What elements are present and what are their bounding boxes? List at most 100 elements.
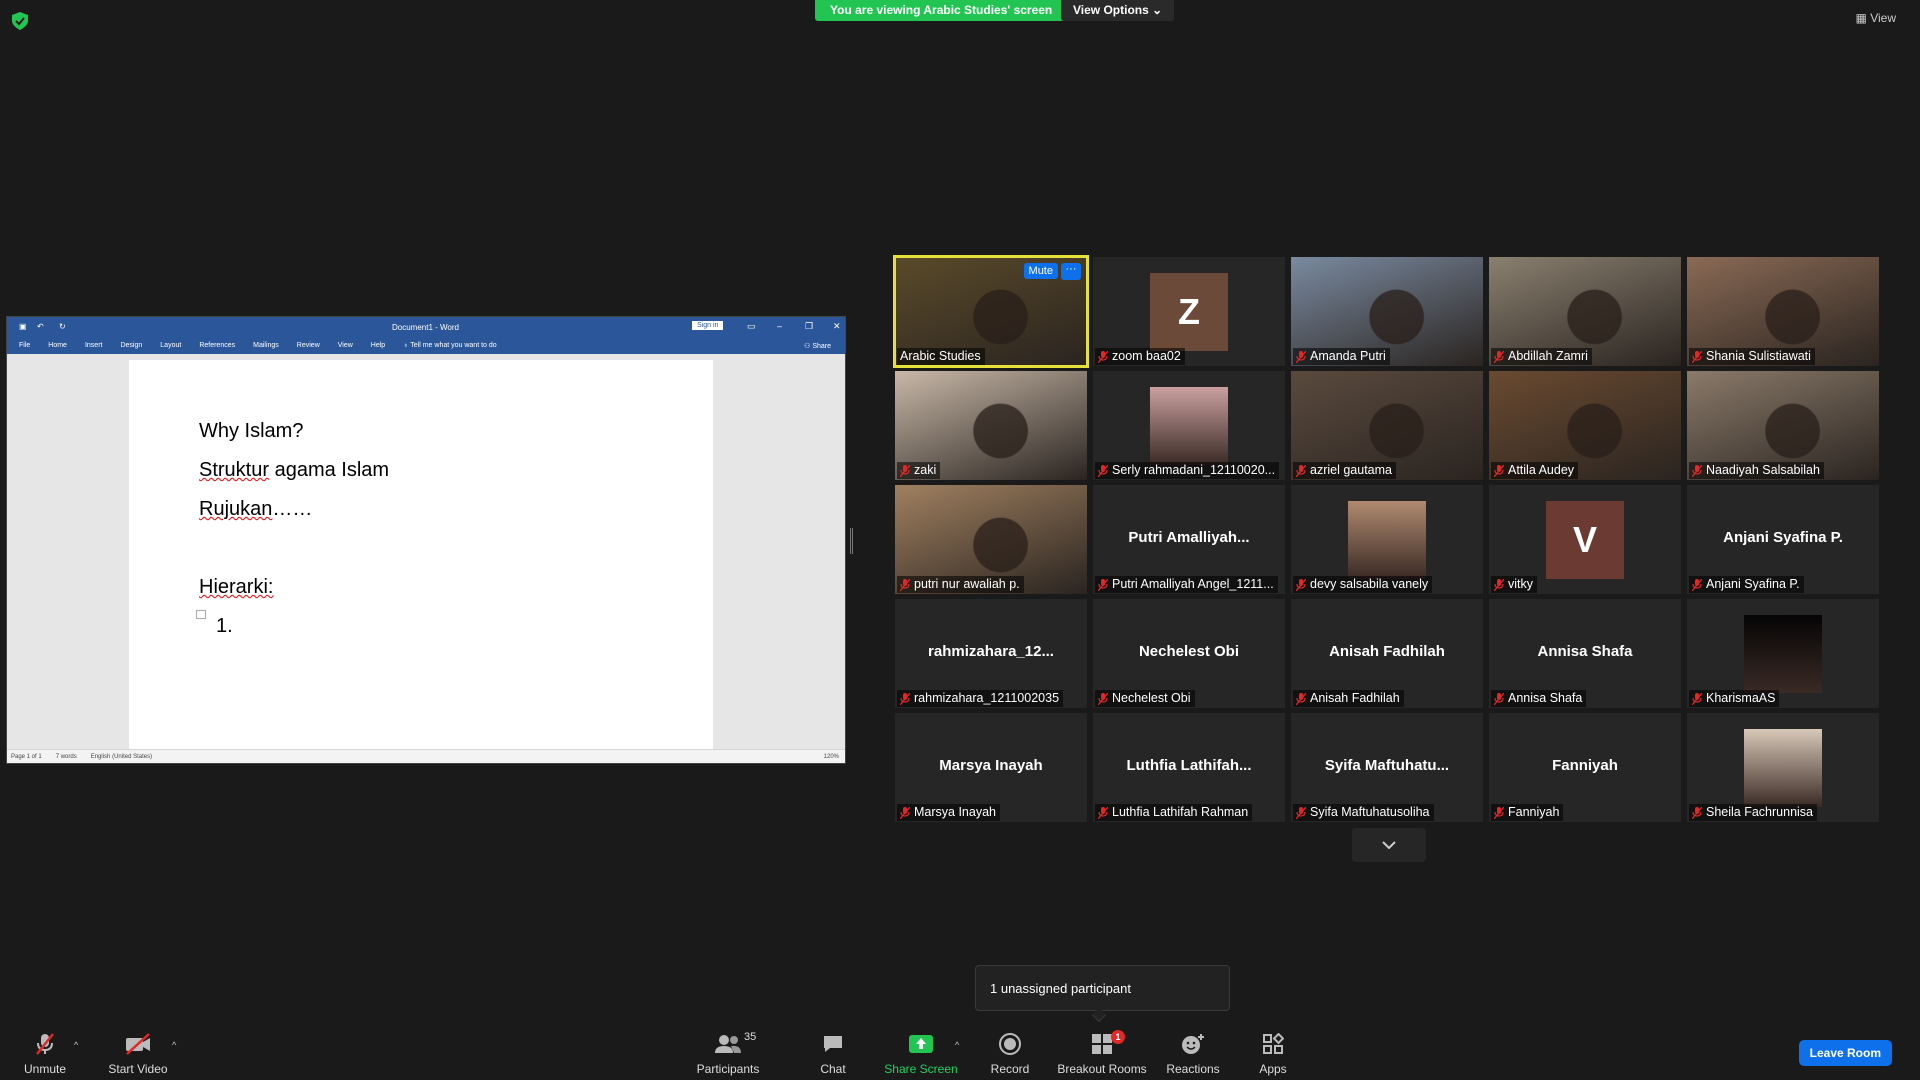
mic-muted-icon [1691,578,1703,591]
mic-muted-icon [1493,464,1505,477]
participant-name-label: Shania Sulistiawati [1689,348,1815,365]
participant-name: zaki [914,463,937,477]
participant-tile[interactable]: Syifa Maftuhatu... Syifa Maftuhatusoliha [1291,713,1483,822]
participant-tile[interactable]: Sheila Fachrunnisa [1687,713,1879,822]
participant-tile[interactable]: Arabic Studies Mute ··· [893,255,1089,368]
participant-name-label: Marsya Inayah [897,804,1000,821]
split-drag-handle[interactable] [850,528,853,554]
mic-muted-icon [1295,350,1307,363]
participant-tile[interactable]: zaki [895,371,1087,480]
view-options-button[interactable]: View Options ⌄ [1061,0,1175,21]
participant-tile[interactable]: Zzoom baa02 [1093,257,1285,366]
status-page: Page 1 of 1 [11,753,42,760]
tab-insert[interactable]: Insert [85,342,103,349]
sign-in-button[interactable]: Sign in [692,321,724,330]
participants-button[interactable]: 35 Participants [673,1031,783,1076]
mute-participant-button[interactable]: Mute [1023,263,1058,279]
apps-label: Apps [1259,1062,1287,1076]
participant-tile[interactable]: devy salsabila vanely [1291,485,1483,594]
participant-name-label: zoom baa02 [1095,348,1185,365]
participant-tile[interactable]: Luthfia Lathifah... Luthfia Lathifah Rahm… [1093,713,1285,822]
participant-tile[interactable]: Anisah Fadhilah Anisah Fadhilah [1291,599,1483,708]
tab-home[interactable]: Home [48,342,67,349]
tab-view[interactable]: View [338,342,353,349]
participant-tile[interactable]: Shania Sulistiawati [1687,257,1879,366]
participant-tile[interactable]: Fanniyah Fanniyah [1489,713,1681,822]
participant-name-label: Nechelest Obi [1095,690,1195,707]
security-shield-icon[interactable] [12,12,28,30]
status-zoom[interactable]: 120% [824,754,839,760]
leave-room-button[interactable]: Leave Room [1798,1040,1892,1066]
participant-tile[interactable]: Anjani Syafina P. Anjani Syafina P. [1687,485,1879,594]
mic-muted-icon [1097,806,1109,819]
mic-muted-icon [1493,692,1505,705]
word-document-area: Why Islam? Struktur agama Islam Rujukan…… [7,354,845,750]
participant-tile[interactable]: Attila Audey [1489,371,1681,480]
start-video-button[interactable]: Start Video [83,1032,193,1076]
participant-name: Abdillah Zamri [1508,349,1588,363]
gallery-grid: Arabic Studies Mute ··· Zzoom baa02 Amanda P… [893,255,1883,827]
participant-tile[interactable]: Naadiyah Salsabilah [1687,371,1879,480]
grid-icon: ▦ [1855,11,1867,25]
minimize-icon[interactable]: – [777,321,782,331]
redo-icon[interactable]: ↻ [59,322,66,331]
tab-help[interactable]: Help [371,342,385,349]
video-options-caret-icon[interactable]: ^ [172,1040,176,1050]
tab-file[interactable]: File [19,342,30,349]
participant-name-label: Luthfia Lathifah Rahman [1095,804,1253,821]
apps-button[interactable]: Apps [1218,1032,1328,1076]
participant-display-name: rahmizahara_12... [928,643,1054,660]
tab-references[interactable]: References [199,342,235,349]
gallery-next-page-button[interactable] [1352,828,1426,862]
breakout-rooms-icon: 1 [1091,1030,1125,1056]
participant-tile[interactable]: Annisa Shafa Annisa Shafa [1489,599,1681,708]
participant-tile[interactable]: Serly rahmadani_12110020... [1093,371,1285,480]
tab-design[interactable]: Design [120,342,142,349]
participant-tile[interactable]: KharismaAS [1687,599,1879,708]
participant-name: Sheila Fachrunnisa [1706,805,1814,819]
participant-name: Naadiyah Salsabilah [1706,463,1820,477]
undo-icon[interactable]: ↶ [37,322,44,331]
participant-name: devy salsabila vanely [1310,577,1429,591]
doc-line-3: Rujukan…… [199,498,312,521]
spell-flag-rujukan: Rujukan [199,498,273,520]
document-page[interactable]: Why Islam? Struktur agama Islam Rujukan…… [129,360,713,750]
participant-tile[interactable]: Nechelest Obi Nechelest Obi [1093,599,1285,708]
doc-line-2-rest: agama Islam [269,459,390,481]
participant-tile[interactable]: azriel gautama [1291,371,1483,480]
participant-tile[interactable]: Marsya Inayah Marsya Inayah [895,713,1087,822]
meeting-toolbar: Unmute ^ Start Video ^ 35 Participants C… [0,1024,1920,1080]
participant-name-label: vitky [1491,576,1537,593]
share-button[interactable]: ⚇ Share [804,342,831,350]
unassigned-participant-tooltip[interactable]: 1 unassigned participant [975,965,1230,1011]
participant-tile[interactable]: Putri Amalliyah... Putri Amalliyah Angel_… [1093,485,1285,594]
tab-mailings[interactable]: Mailings [253,342,279,349]
participant-name-label: Anjani Syafina P. [1689,576,1804,593]
tell-me-box[interactable]: ♁ Tell me what you want to do [403,342,496,349]
participants-label: Participants [696,1062,760,1076]
participant-display-name: Anisah Fadhilah [1329,643,1445,660]
restore-icon[interactable]: ❐ [805,321,813,332]
participant-tile[interactable]: rahmizahara_12... rahmizahara_1211002035 [895,599,1087,708]
participant-tile[interactable]: putri nur awaliah p. [895,485,1087,594]
participant-name: Arabic Studies [900,349,981,363]
more-options-icon[interactable]: ··· [1061,263,1081,280]
save-icon[interactable]: ▣ [19,322,27,331]
ribbon-display-icon[interactable]: ▭ [747,321,756,332]
audio-options-caret-icon[interactable]: ^ [74,1040,78,1050]
participant-tile[interactable]: Abdillah Zamri [1489,257,1681,366]
participant-name-label: putri nur awaliah p. [897,576,1024,593]
view-options-label: View Options [1073,3,1149,17]
zoom-meeting-window: { "banner": {"viewing_text": "You are vi… [0,0,1920,1080]
participant-name: Anisah Fadhilah [1310,691,1400,705]
autocorrect-icon[interactable] [196,610,206,619]
tab-review[interactable]: Review [297,342,320,349]
view-button[interactable]: ▦ View [1856,11,1896,25]
participant-tile[interactable]: Vvitky [1489,485,1681,594]
tab-layout[interactable]: Layout [160,342,181,349]
participant-tile[interactable]: Amanda Putri [1291,257,1483,366]
mic-muted-icon [1295,578,1307,591]
participant-display-name: Anjani Syafina P. [1723,529,1843,546]
participant-name-label: Attila Audey [1491,462,1579,479]
close-icon[interactable]: ✕ [833,321,841,332]
